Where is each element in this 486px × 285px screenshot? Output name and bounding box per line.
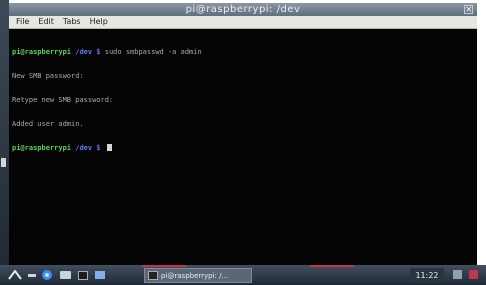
taskbar: pi@raspberrypi: /... 11:22 <box>0 265 486 285</box>
taskbar-terminal-button[interactable]: pi@raspberrypi: /... <box>144 268 252 283</box>
prompt-user: pi@raspberrypi <box>12 48 72 56</box>
close-icon[interactable]: × <box>464 5 473 15</box>
command-text: sudo smbpasswd -a admin <box>100 48 202 56</box>
clock[interactable]: 11:22 <box>410 268 444 283</box>
menu-help[interactable]: Help <box>90 16 108 28</box>
files-icon[interactable] <box>58 269 72 281</box>
terminal-line: New SMB password: <box>12 72 84 80</box>
text-cursor <box>106 144 112 151</box>
menu-edit[interactable]: Edit <box>38 16 54 28</box>
terminal-line: Added user admin. <box>12 120 84 128</box>
menu-bar: File Edit Tabs Help <box>9 16 477 29</box>
terminal-icon <box>148 271 158 280</box>
terminal-line: pi@raspberrypi /dev $ sudo smbpasswd -a … <box>12 48 474 56</box>
terminal-line: pi@raspberrypi /dev $ <box>12 144 474 152</box>
terminal-window[interactable]: pi@raspberrypi: /dev × File Edit Tabs He… <box>9 3 477 265</box>
browser-icon[interactable] <box>40 269 54 281</box>
desktop-background-strip <box>0 0 9 285</box>
menu-file[interactable]: File <box>16 16 29 28</box>
prompt-path: /dev $ <box>71 144 101 152</box>
taskbar-accent-mark <box>310 265 354 267</box>
terminal-line: Retype new SMB password: <box>12 96 114 104</box>
menu-icon[interactable] <box>8 269 22 281</box>
desktop-edge-marker <box>1 158 6 167</box>
menu-tabs[interactable]: Tabs <box>63 16 81 28</box>
desktop-icon[interactable] <box>94 269 106 281</box>
task-label: pi@raspberrypi: /... <box>161 271 229 280</box>
prompt-user: pi@raspberrypi <box>12 144 72 152</box>
window-title: pi@raspberrypi: /dev <box>185 4 301 15</box>
power-icon[interactable] <box>469 270 478 279</box>
terminal-output[interactable]: pi@raspberrypi /dev $ sudo smbpasswd -a … <box>9 29 477 265</box>
taskbar-accent-mark <box>142 265 186 267</box>
command-text <box>101 144 105 152</box>
prompt-path: /dev $ <box>71 48 101 56</box>
minimize-icon[interactable] <box>27 269 37 281</box>
network-icon[interactable] <box>453 270 462 279</box>
window-titlebar[interactable]: pi@raspberrypi: /dev × <box>9 3 477 16</box>
terminal-icon[interactable] <box>77 269 89 281</box>
